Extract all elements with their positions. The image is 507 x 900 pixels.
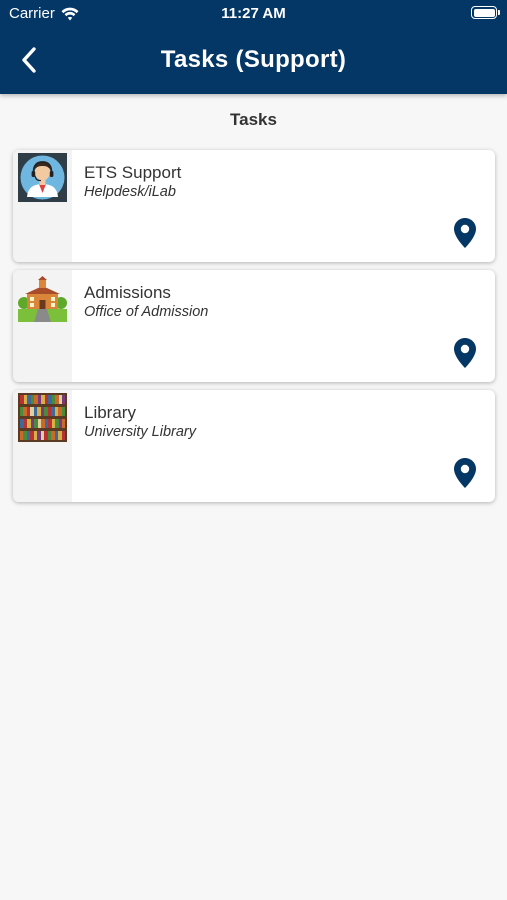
status-time: 11:27 AM xyxy=(221,5,286,22)
support-agent-icon xyxy=(18,153,67,202)
map-pin-icon[interactable] xyxy=(454,338,476,368)
task-subtitle: Helpdesk/iLab xyxy=(84,184,176,200)
app-header: Carrier 11:27 AM Tasks (Support) xyxy=(0,0,507,94)
section-title: Tasks xyxy=(230,110,277,129)
map-pin-icon[interactable] xyxy=(454,458,476,488)
bookshelf-icon xyxy=(18,393,67,442)
task-card-admissions[interactable]: Admissions Office of Admission xyxy=(13,270,495,382)
battery-icon xyxy=(471,6,500,19)
task-card-library[interactable]: Library University Library xyxy=(13,390,495,502)
task-title: Admissions xyxy=(84,283,171,302)
task-title: Library xyxy=(84,403,136,422)
task-title: ETS Support xyxy=(84,163,182,182)
status-bar: Carrier 11:27 AM xyxy=(0,0,507,28)
page-title: Tasks (Support) xyxy=(160,46,347,73)
map-pin-icon[interactable] xyxy=(454,218,476,248)
task-subtitle: University Library xyxy=(84,424,196,440)
task-card-ets-support[interactable]: ETS Support Helpdesk/iLab xyxy=(13,150,495,262)
task-subtitle: Office of Admission xyxy=(84,304,209,320)
school-building-icon xyxy=(18,273,67,322)
nav-bar: Tasks (Support) xyxy=(0,36,507,84)
